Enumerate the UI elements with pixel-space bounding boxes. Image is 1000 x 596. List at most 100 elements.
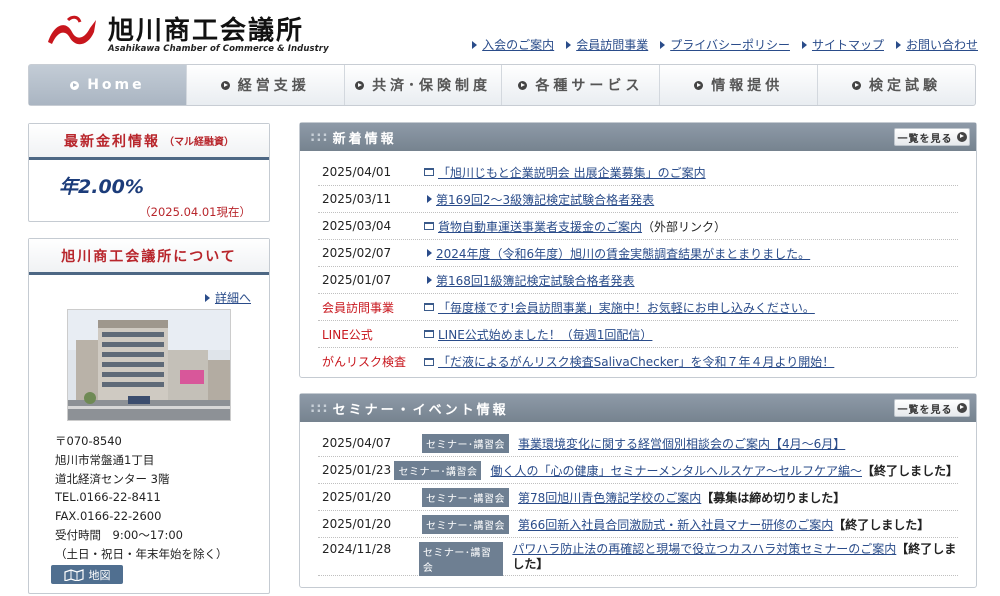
seminar-panel: ::: セミナー・イベント情報 一覧を見る 2025/04/07 セミナー･講習会… (299, 393, 977, 588)
nav-exams[interactable]: 検定試験 (818, 65, 975, 105)
top-link-sitemap[interactable]: サイトマップ (801, 36, 884, 53)
about-box: 旭川商工会議所について 詳細へ 〒070-8540 旭川市常盤通1丁目 道北経済… (28, 238, 270, 594)
circle-arrow-icon (220, 80, 230, 90)
map-icon (63, 568, 84, 581)
news-link[interactable]: 「だ液によるがんリスク検査SalivaChecker」を令和７年４月より開始！ (438, 353, 834, 370)
seminar-row: 2025/01/20 セミナー･講習会 第66回新入社員合同激励式・新入社員マナー研… (318, 511, 958, 538)
news-row: 2025/02/07 2024年度（令和6年度）旭川の賃金実態調査結果がまとまりま… (318, 240, 958, 267)
news-panel-header: ::: 新着情報 一覧を見る (300, 123, 976, 151)
seminar-link[interactable]: 事業環境変化に関する経営個別相談会のご案内【4月～6月】 (518, 435, 845, 452)
top-links: 入会のご案内 会員訪問事業 プライバシーポリシー サイトマップ お問い合わせ (472, 36, 978, 53)
seminar-row: 2024/11/28 セミナー･講習会 パワハラ防止法の再確認と現場で役立つカスハラ… (318, 538, 958, 576)
building-photo (67, 309, 231, 421)
nav-home[interactable]: Home (29, 65, 187, 105)
news-link[interactable]: 貨物自動車運送事業者支援金のご案内 (438, 218, 642, 235)
seminar-badge: セミナー･講習会 (418, 542, 504, 576)
rate-box-title: 最新金利情報 （マル経融資） (29, 124, 269, 160)
seminar-badge: セミナー･講習会 (422, 433, 509, 453)
circle-arrow-icon (956, 132, 967, 142)
circle-arrow-icon (852, 80, 862, 90)
arrow-icon (801, 40, 807, 49)
seminar-row: 2025/01/23 セミナー･講習会 働く人の「心の健康」セミナーメンタルヘルスケ… (318, 457, 958, 484)
address-line: 道北経済センター 3階 (55, 471, 170, 486)
nav-management-support[interactable]: 経営支援 (187, 65, 345, 105)
detail-link[interactable]: 詳細へ (204, 289, 251, 306)
map-button[interactable]: 地図 (51, 565, 123, 584)
circle-arrow-icon (518, 80, 528, 90)
nav-information[interactable]: 情報提供 (660, 65, 819, 105)
address-line: 旭川市常盤通1丁目 (55, 452, 155, 467)
site-subtitle: Asahikawa Chamber of Commerce & Industry (108, 44, 329, 54)
window-icon (424, 168, 434, 176)
window-icon (424, 222, 434, 230)
address-line: TEL.0166-22-8411 (55, 490, 161, 505)
window-icon (424, 330, 434, 338)
news-row: がんリスク検査 「だ液によるがんリスク検査SalivaChecker」を令和７年４… (322, 353, 835, 370)
building-image (68, 310, 230, 420)
about-box-title: 旭川商工会議所について (29, 239, 269, 275)
main-nav: Home 経営支援 共済･保険制度 各種サービス 情報提供 検定試験 (28, 64, 976, 106)
news-link[interactable]: 「旭川じもと企業説明会 出展企業募集」のご案内 (438, 164, 706, 181)
circle-arrow-icon (694, 80, 704, 90)
news-link[interactable]: LINE公式始めました！（毎週1回配信） (438, 326, 652, 343)
rate-value: 年2.00% (59, 176, 144, 198)
top-link-contact[interactable]: お問い合わせ (895, 36, 978, 53)
address-line: 受付時間 9:00～17:00 (55, 527, 183, 542)
news-more-button[interactable]: 一覧を見る (894, 128, 970, 146)
news-list: 2025/04/01 「旭川じもと企業説明会 出展企業募集」のご案内 2025/0… (300, 151, 976, 375)
seminar-link[interactable]: パワハラ防止法の再確認と現場で役立つカスハラ対策セミナーのご案内 (512, 542, 896, 556)
arrow-icon (660, 40, 666, 49)
arrow-icon (427, 276, 432, 284)
seminar-more-button[interactable]: 一覧を見る (894, 399, 970, 417)
site-title: 旭川商工会議所 (108, 16, 305, 46)
seminar-list: 2025/04/07 セミナー･講習会 事業環境変化に関する経営個別相談会のご案内【… (300, 422, 976, 576)
seminar-link[interactable]: 第78回旭川青色簿記学校のご案内 (518, 489, 701, 506)
address-line: 〒070-8540 (55, 434, 122, 448)
seminar-row: 2025/01/20 セミナー･講習会 第78回旭川青色簿記学校のご案内 【募集は締め… (318, 484, 958, 511)
news-row: 2025/04/01 「旭川じもと企業説明会 出展企業募集」のご案内 (318, 159, 958, 186)
seminar-badge: セミナー･講習会 (394, 460, 482, 480)
news-link[interactable]: 「毎度様です!会員訪問事業」実施中！お気軽にお申し込みください。 (438, 299, 815, 316)
news-link[interactable]: 2024年度（令和6年度）旭川の賃金実態調査結果がまとまりました。 (436, 245, 810, 262)
seminar-panel-header: ::: セミナー・イベント情報 一覧を見る (300, 394, 976, 422)
site-logo[interactable]: 旭川商工会議所 Asahikawa Chamber of Commerce & … (44, 10, 329, 56)
address-block: 〒070-8540 旭川市常盤通1丁目 道北経済センター 3階 TEL.0166… (55, 432, 228, 564)
rate-box: 最新金利情報 （マル経融資） 年2.00% （2025.04.01現在） (28, 123, 270, 222)
arrow-icon (427, 249, 432, 257)
colon-decoration: ::: (310, 400, 329, 416)
top-link-privacy[interactable]: プライバシーポリシー (660, 36, 790, 53)
news-link[interactable]: 第169回2～3級簿記検定試験合格者発表 (436, 191, 654, 208)
news-panel: ::: 新着情報 一覧を見る 2025/04/01 「旭川じもと企業説明会 出展企… (299, 122, 977, 378)
seminar-heading: セミナー・イベント情報 (332, 402, 509, 418)
top-link-visit[interactable]: 会員訪問事業 (566, 36, 648, 53)
news-row: LINE公式 LINE公式始めました！（毎週1回配信） (318, 321, 958, 348)
news-heading: 新着情報 (332, 131, 397, 147)
window-icon (424, 357, 434, 366)
seminar-badge: セミナー･講習会 (422, 487, 509, 507)
rate-date: （2025.04.01現在） (139, 205, 251, 219)
top-link-membership[interactable]: 入会のご案内 (472, 36, 554, 53)
arrow-icon (895, 40, 901, 49)
chamber-logo-icon (48, 15, 96, 45)
seminar-badge: セミナー･講習会 (422, 514, 509, 534)
news-row: 会員訪問事業 「毎度様です!会員訪問事業」実施中！お気軽にお申し込みください。 (318, 294, 958, 321)
news-link[interactable]: 第168回1級簿記検定試験合格者発表 (436, 272, 635, 289)
circle-arrow-icon (70, 80, 80, 90)
arrow-icon (566, 40, 572, 49)
circle-arrow-icon (355, 80, 365, 90)
nav-services[interactable]: 各種サービス (502, 65, 661, 105)
arrow-icon (472, 40, 478, 49)
nav-insurance[interactable]: 共済･保険制度 (345, 65, 503, 105)
window-icon (424, 303, 434, 311)
news-row: 2025/03/11 第169回2～3級簿記検定試験合格者発表 (318, 186, 958, 213)
address-line: （土日・祝日・年末年始を除く） (55, 546, 228, 561)
news-row: 2025/03/04 貨物自動車運送事業者支援金のご案内 （外部リンク） (318, 213, 958, 240)
seminar-link[interactable]: 第66回新入社員合同激励式・新入社員マナー研修のご案内 (518, 516, 833, 533)
arrow-icon (204, 293, 210, 302)
seminar-row: 2025/04/07 セミナー･講習会 事業環境変化に関する経営個別相談会のご案内【… (318, 430, 958, 457)
colon-decoration: ::: (310, 129, 329, 145)
news-row: 2025/01/07 第168回1級簿記検定試験合格者発表 (318, 267, 958, 294)
circle-arrow-icon (956, 403, 967, 413)
seminar-link[interactable]: 働く人の「心の健康」セミナーメンタルヘルスケア～セルフケア編～ (490, 462, 862, 479)
address-line: FAX.0166-22-2600 (55, 509, 162, 524)
